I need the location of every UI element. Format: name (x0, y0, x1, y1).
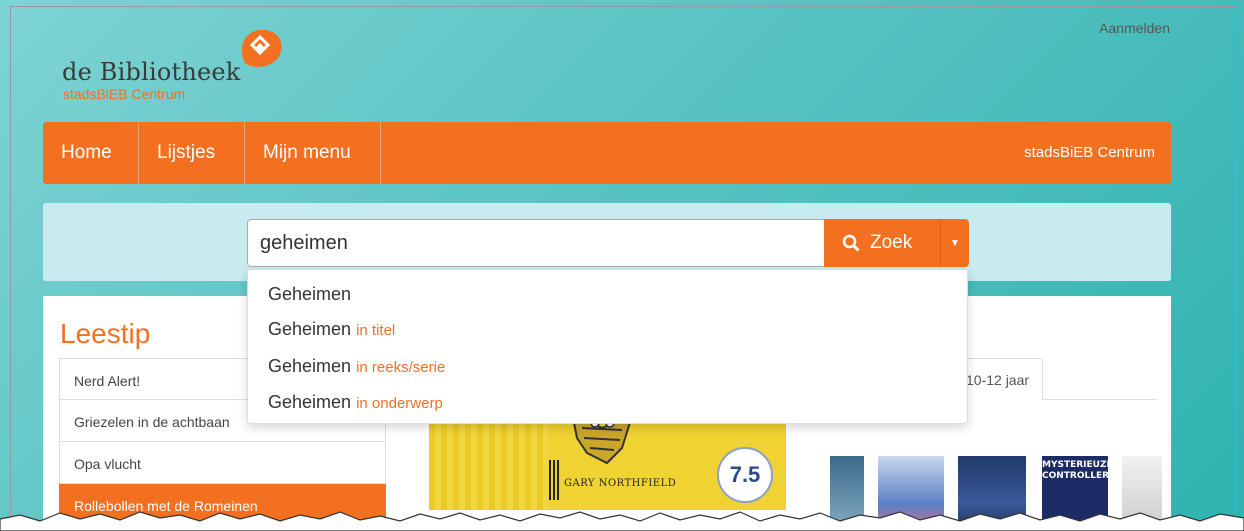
search-button[interactable]: Zoek (824, 219, 940, 267)
main-navbar: Home Lijstjes Mijn menu stadsBiEB Centru… (43, 122, 1171, 184)
suggestion-term: Geheimen (268, 356, 352, 376)
rating-badge: 7.5 (717, 447, 773, 503)
suggestion-item[interactable]: Geheimen (268, 284, 351, 305)
search-icon (842, 234, 860, 252)
list-item[interactable]: Opa vlucht (59, 442, 386, 484)
library-logo-icon (242, 29, 282, 67)
caret-down-icon: ▼ (950, 237, 960, 249)
suggestion-term: Geheimen (268, 392, 352, 412)
logo-branch-name: stadsBiEB Centrum (63, 86, 186, 102)
suggestion-item[interactable]: Geheimen in reeks/serie (268, 356, 445, 377)
book-author: GARY NORTHFIELD (564, 478, 677, 489)
cover-title: MYSTERIEUZE CONTROLLER (1042, 460, 1113, 481)
nav-home[interactable]: Home (43, 122, 139, 184)
nav-lijstjes[interactable]: Lijstjes (139, 122, 245, 184)
suggestion-term: Geheimen (268, 284, 352, 304)
search-input[interactable]: geheimen (247, 219, 825, 267)
torn-edge (0, 511, 1244, 531)
suggestion-hint: in reeks/serie (356, 359, 446, 376)
search-suggestions: Geheimen Geheimen in titel Geheimen in r… (247, 269, 968, 424)
search-options-dropdown[interactable]: ▼ (940, 219, 969, 267)
suggestion-term: Geheimen (268, 319, 352, 339)
suggestion-item[interactable]: Geheimen in onderwerp (268, 392, 443, 413)
suggestion-hint: in onderwerp (356, 395, 443, 412)
nav-branch-link[interactable]: stadsBiEB Centrum (1024, 122, 1155, 184)
logo-text: de Bibliotheek (62, 58, 241, 86)
nav-mijn-menu[interactable]: Mijn menu (245, 122, 381, 184)
barcode (549, 460, 559, 500)
search-button-label: Zoek (870, 232, 913, 253)
login-link[interactable]: Aanmelden (1099, 20, 1170, 36)
suggestion-hint: in titel (356, 322, 396, 339)
leestip-title: Leestip (60, 318, 151, 349)
suggestion-item[interactable]: Geheimen in titel (268, 319, 395, 340)
